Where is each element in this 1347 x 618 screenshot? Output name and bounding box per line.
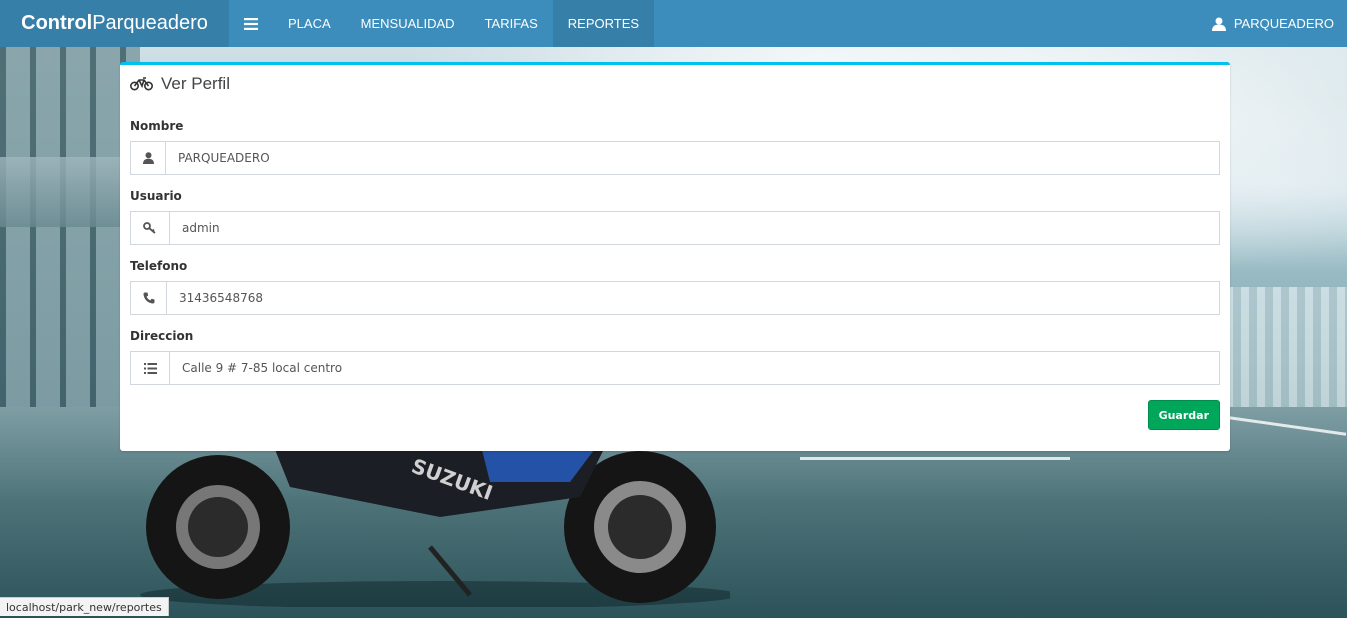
- nav-item-placa[interactable]: PLACA: [273, 0, 346, 47]
- motorcycle-icon: [130, 77, 153, 91]
- status-bar-url: localhost/park_new/reportes: [0, 597, 169, 616]
- card-title: Ver Perfil: [161, 74, 230, 93]
- nav-item-reportes[interactable]: REPORTES: [552, 0, 655, 47]
- user-icon: [131, 142, 166, 174]
- direccion-input[interactable]: [170, 352, 1219, 384]
- user-menu[interactable]: PARQUEADERO: [1211, 0, 1347, 47]
- save-button[interactable]: Guardar: [1147, 400, 1220, 430]
- sidebar-toggle-button[interactable]: [229, 0, 273, 47]
- nav-item-tarifas[interactable]: TARIFAS: [470, 0, 553, 47]
- field-group-direccion: Direccion: [130, 329, 1220, 385]
- phone-icon: [131, 282, 167, 314]
- usuario-label: Usuario: [130, 189, 182, 203]
- nombre-input-group: [130, 141, 1220, 175]
- telefono-input[interactable]: [167, 282, 1219, 314]
- bars-icon: [244, 17, 258, 30]
- direccion-input-group: [130, 351, 1220, 385]
- field-group-usuario: Usuario: [130, 189, 1220, 245]
- motorcycle-image: SUZUKI: [140, 437, 730, 607]
- top-navbar: Control Parqueadero PLACA MENSUALIDAD TAR…: [0, 0, 1347, 47]
- nav-item-mensualidad[interactable]: MENSUALIDAD: [346, 0, 470, 47]
- profile-card: Ver Perfil Nombre Usuario Telefono: [120, 62, 1230, 451]
- user-name: PARQUEADERO: [1233, 16, 1334, 31]
- telefono-input-group: [130, 281, 1220, 315]
- key-icon: [131, 212, 170, 244]
- nombre-input[interactable]: [166, 142, 1219, 174]
- list-icon: [131, 352, 170, 384]
- direccion-label: Direccion: [130, 329, 194, 343]
- usuario-input[interactable]: [170, 212, 1219, 244]
- nombre-label: Nombre: [130, 119, 184, 133]
- field-group-telefono: Telefono: [130, 259, 1220, 315]
- card-header: Ver Perfil: [120, 65, 1230, 103]
- brand-logo[interactable]: Control Parqueadero: [0, 0, 229, 47]
- user-icon: [1211, 17, 1226, 31]
- card-footer: Guardar: [120, 400, 1230, 430]
- profile-form: Nombre Usuario Telefono: [120, 119, 1230, 385]
- telefono-label: Telefono: [130, 259, 188, 273]
- field-group-nombre: Nombre: [130, 119, 1220, 175]
- usuario-input-group: [130, 211, 1220, 245]
